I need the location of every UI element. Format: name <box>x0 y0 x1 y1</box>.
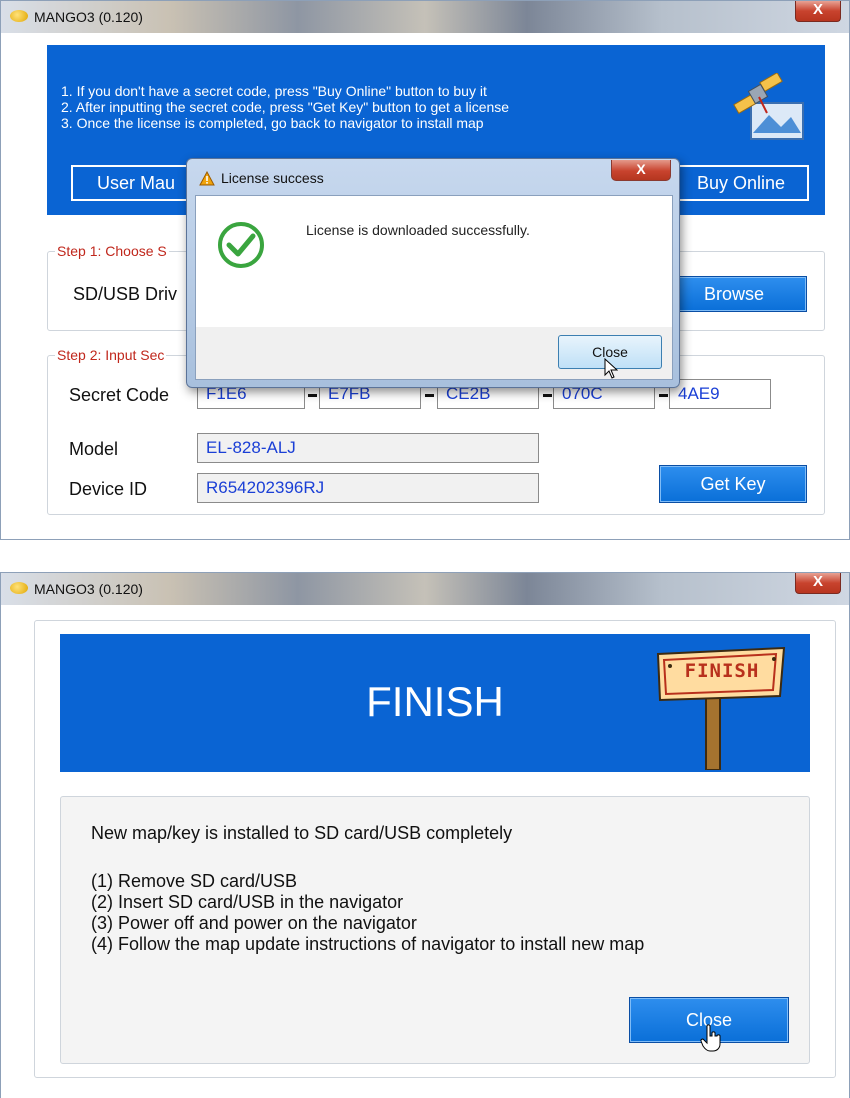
finish-message-panel: New map/key is installed to SD card/USB … <box>60 796 810 1064</box>
user-manual-button[interactable]: User Mau <box>71 165 201 201</box>
finish-step: (3) Power off and power on the navigator <box>91 913 417 933</box>
code-separator <box>308 394 317 397</box>
get-key-button[interactable]: Get Key <box>659 465 807 503</box>
device-id-label: Device ID <box>69 479 148 499</box>
secret-code-field-5[interactable]: 4AE9 <box>669 379 771 409</box>
title-bar: MANGO3 (0.120) X <box>1 1 849 33</box>
warning-icon <box>199 171 215 186</box>
instruction-line: 1. If you don't have a secret code, pres… <box>61 83 487 99</box>
title-bar: MANGO3 (0.120) X <box>1 573 849 605</box>
dialog-message: License is downloaded successfully. <box>306 222 530 238</box>
model-label: Model <box>69 439 119 459</box>
mouse-cursor-icon <box>604 358 618 379</box>
hand-cursor-icon <box>700 1024 721 1052</box>
app-icon <box>10 582 28 594</box>
finish-sign-text: FINISH <box>684 660 760 682</box>
step2-label: Step 2: Input Sec <box>55 347 167 363</box>
finish-step: (4) Follow the map update instructions o… <box>91 934 645 954</box>
step1-label: Step 1: Choose S <box>55 243 169 259</box>
sd-usb-label: SD/USB Driv <box>73 284 178 304</box>
instruction-list: 1. If you don't have a secret code, pres… <box>61 83 509 131</box>
success-check-icon <box>218 222 264 268</box>
buy-online-button[interactable]: Buy Online <box>673 165 809 201</box>
window-title: MANGO3 (0.120) <box>34 9 143 25</box>
dialog-body: License is downloaded successfully. <box>195 195 673 329</box>
instruction-line: 3. Once the license is completed, go bac… <box>61 115 484 131</box>
window-close-button[interactable]: X <box>795 573 841 594</box>
window-close-button[interactable]: X <box>795 1 841 22</box>
code-separator <box>543 394 552 397</box>
window-title: MANGO3 (0.120) <box>34 581 143 597</box>
dialog-footer: Close <box>195 327 673 380</box>
satellite-map-icon <box>733 73 804 140</box>
code-separator <box>425 394 434 397</box>
license-success-dialog: License success X License is downloaded … <box>186 158 680 388</box>
finish-banner: FINISH FINISH <box>60 634 810 772</box>
code-separator <box>659 394 668 397</box>
secret-code-label: Secret Code <box>69 385 170 405</box>
model-field: EL-828-ALJ <box>197 433 539 463</box>
finish-step: (1) Remove SD card/USB <box>91 871 298 891</box>
dialog-close-x-button[interactable]: X <box>611 160 671 181</box>
finish-heading: New map/key is installed to SD card/USB … <box>91 823 513 843</box>
app-icon <box>10 10 28 22</box>
dialog-title: License success <box>221 170 324 186</box>
instruction-line: 2. After inputting the secret code, pres… <box>61 99 510 115</box>
finish-step: (2) Insert SD card/USB in the navigator <box>91 892 404 912</box>
browse-button[interactable]: Browse <box>661 276 807 312</box>
device-id-field: R654202396RJ <box>197 473 539 503</box>
